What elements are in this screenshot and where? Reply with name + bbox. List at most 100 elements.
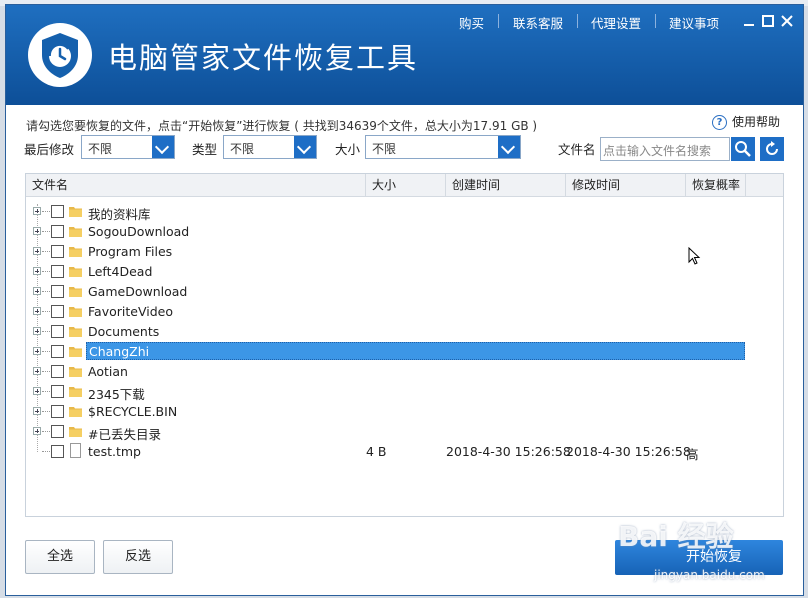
tree-connector [42, 231, 50, 232]
table-row[interactable]: #已丢失目录 [26, 422, 783, 442]
folder-icon [69, 267, 82, 277]
shield-clock-logo-icon [28, 23, 92, 87]
row-checkbox[interactable] [51, 385, 64, 398]
row-filename: FavoriteVideo [88, 304, 173, 319]
menu-divider [577, 14, 578, 28]
table-row[interactable]: test.tmp 4 B 2018-4-30 15:26:58 2018-4-30 1… [26, 442, 783, 462]
expand-icon[interactable] [33, 267, 41, 275]
search-button[interactable] [731, 137, 755, 161]
filename-search-input[interactable]: 点击输入文件名搜索 [600, 137, 730, 161]
folder-icon [69, 367, 82, 377]
table-row[interactable]: $RECYCLE.BIN [26, 402, 783, 422]
row-filename: $RECYCLE.BIN [88, 404, 178, 419]
expand-icon[interactable] [33, 367, 41, 375]
folder-icon [69, 347, 82, 357]
row-checkbox[interactable] [51, 225, 64, 238]
table-row[interactable]: Left4Dead [26, 262, 783, 282]
help-link[interactable]: ? 使用帮助 [712, 113, 780, 130]
row-checkbox[interactable] [51, 425, 64, 438]
row-checkbox[interactable] [51, 345, 64, 358]
table-row[interactable]: Aotian [26, 362, 783, 382]
table-row[interactable]: 2345下载 [26, 382, 783, 402]
row-filename: SogouDownload [88, 224, 190, 239]
type-filter-value: 不限 [230, 142, 255, 156]
expand-icon[interactable] [33, 307, 41, 315]
row-filename: Program Files [88, 244, 173, 259]
title-bar: 电脑管家文件恢复工具 购买 联系客服 代理设置 建议事项 [6, 5, 803, 105]
close-icon[interactable] [779, 13, 795, 29]
menu-buy[interactable]: 购买 [459, 13, 484, 32]
tree-connector [42, 331, 50, 332]
expand-icon[interactable] [33, 227, 41, 235]
menu-proxy[interactable]: 代理设置 [591, 13, 641, 32]
tree-connector [42, 311, 50, 312]
file-icon [70, 443, 81, 458]
folder-icon [69, 407, 82, 417]
select-all-button[interactable]: 全选 [25, 540, 95, 574]
table-row[interactable]: 我的资料库 [26, 202, 783, 222]
refresh-button[interactable] [760, 137, 784, 161]
filename-placeholder: 点击输入文件名搜索 [603, 144, 712, 158]
row-checkbox[interactable] [51, 325, 64, 338]
row-checkbox[interactable] [51, 285, 64, 298]
chevron-down-icon [152, 136, 174, 158]
expand-icon[interactable] [33, 327, 41, 335]
tree-connector [42, 391, 50, 392]
row-checkbox[interactable] [51, 445, 64, 458]
expand-icon[interactable] [33, 247, 41, 255]
row-checkbox[interactable] [51, 365, 64, 378]
tree-connector [42, 451, 50, 452]
row-checkbox[interactable] [51, 305, 64, 318]
modified-filter-select[interactable]: 不限 [81, 135, 175, 159]
type-filter-select[interactable]: 不限 [223, 135, 317, 159]
tree-connector [42, 291, 50, 292]
mouse-cursor-icon [688, 247, 701, 265]
row-checkbox[interactable] [51, 405, 64, 418]
column-header-name[interactable]: 文件名 [26, 174, 366, 196]
expand-icon[interactable] [33, 427, 41, 435]
size-filter-select[interactable]: 不限 [365, 135, 521, 159]
expand-icon[interactable] [33, 387, 41, 395]
invert-selection-button[interactable]: 反选 [103, 540, 173, 574]
menu-support[interactable]: 联系客服 [513, 13, 563, 32]
row-modified: 2018-4-30 15:26:58 [566, 444, 691, 459]
maximize-icon[interactable] [760, 13, 776, 29]
chevron-down-icon [294, 136, 316, 158]
expand-icon[interactable] [33, 407, 41, 415]
column-header-modified[interactable]: 修改时间 [566, 174, 686, 196]
row-checkbox[interactable] [51, 265, 64, 278]
row-filename: Documents [88, 324, 160, 339]
row-filename: Left4Dead [88, 264, 153, 279]
folder-icon [69, 427, 82, 437]
table-row[interactable]: FavoriteVideo [26, 302, 783, 322]
expand-icon[interactable] [33, 207, 41, 215]
column-header-probability[interactable]: 恢复概率 [686, 174, 746, 196]
row-filename: Aotian [88, 364, 128, 379]
folder-icon [69, 207, 82, 217]
minimize-icon[interactable] [741, 13, 757, 29]
refresh-icon [766, 141, 778, 155]
row-checkbox[interactable] [51, 205, 64, 218]
column-header-size[interactable]: 大小 [366, 174, 446, 196]
table-row[interactable]: SogouDownload [26, 222, 783, 242]
column-header-created[interactable]: 创建时间 [446, 174, 566, 196]
row-checkbox[interactable] [51, 245, 64, 258]
app-window: 电脑管家文件恢复工具 购买 联系客服 代理设置 建议事项 请勾选您要恢复的文件，… [5, 4, 804, 596]
help-icon: ? [712, 115, 727, 130]
table-row[interactable]: Documents [26, 322, 783, 342]
tree-connector [42, 271, 50, 272]
table-row[interactable]: GameDownload [26, 282, 783, 302]
scan-summary: 请勾选您要恢复的文件，点击“开始恢复”进行恢复 ( 共找到34639个文件，总大… [26, 119, 538, 133]
watermark-logo: Bai 经验 [618, 520, 734, 553]
row-size: 4 B [366, 444, 387, 459]
size-filter-label: 大小 [335, 142, 361, 157]
filename-label: 文件名 [558, 142, 596, 157]
expand-icon[interactable] [33, 287, 41, 295]
size-filter-value: 不限 [372, 142, 397, 156]
table-row[interactable]: Program Files [26, 242, 783, 262]
table-row[interactable]: ChangZhi [26, 342, 783, 362]
row-filename: 我的资料库 [88, 207, 151, 222]
row-created: 2018-4-30 15:26:58 [446, 444, 571, 459]
expand-icon[interactable] [33, 347, 41, 355]
menu-suggest[interactable]: 建议事项 [669, 13, 719, 32]
